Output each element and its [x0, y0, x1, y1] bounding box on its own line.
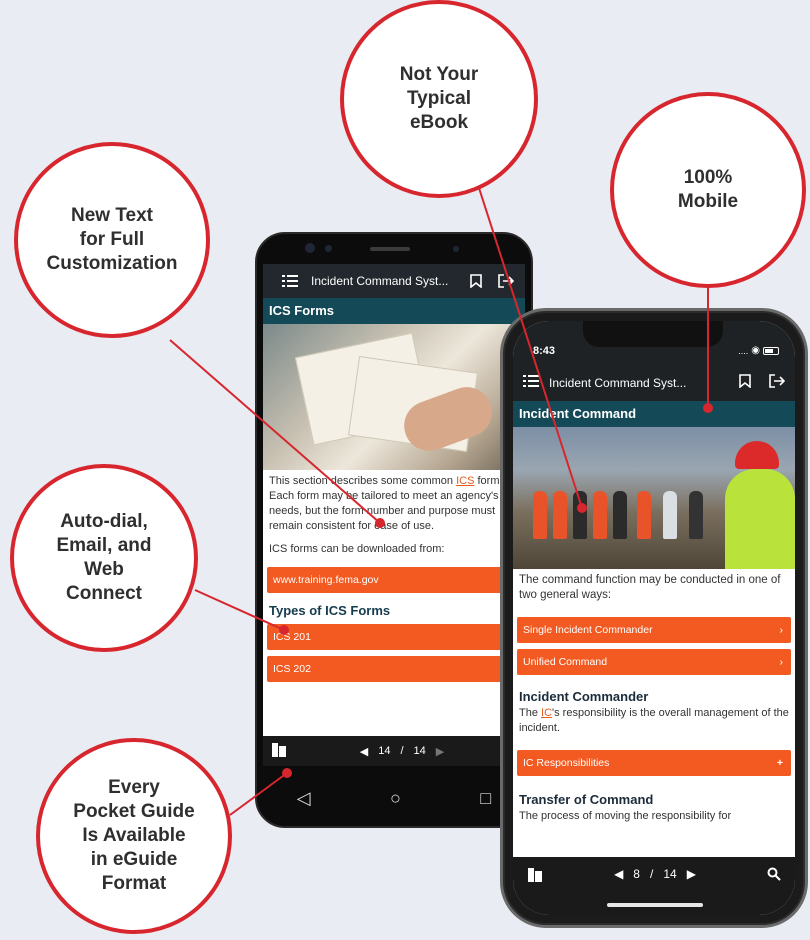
- callout-autodial-label: Auto-dial, Email, and Web Connect: [56, 511, 152, 604]
- callout-ebook-label: Not Your Typical eBook: [399, 64, 479, 133]
- iphone-page-total: 14: [663, 867, 677, 881]
- callout-custom-text: New Text for Full Customization: [14, 142, 210, 338]
- recent-square-icon[interactable]: □: [480, 788, 491, 809]
- iphone-transfer-paragraph: The process of moving the responsibility…: [519, 810, 732, 822]
- iphone-app-title: Incident Command Syst...: [549, 376, 687, 390]
- home-indicator[interactable]: [607, 903, 703, 907]
- callout-ebook: Not Your Typical eBook: [340, 0, 538, 198]
- iphone-status-bar: 8:43 .... ◉: [513, 321, 795, 365]
- search-icon[interactable]: [767, 867, 781, 884]
- back-triangle-icon[interactable]: ◁: [297, 788, 311, 809]
- forms-photo: [263, 324, 525, 470]
- front-camera-icon: [453, 246, 459, 252]
- exit-icon[interactable]: [495, 274, 517, 288]
- android-top-bezel: [257, 234, 531, 264]
- android-download-text: ICS forms can be downloaded from:: [269, 543, 445, 555]
- photo-person: [533, 491, 547, 539]
- iphone-page-sep: /: [649, 867, 654, 881]
- book-icon[interactable]: [271, 742, 287, 761]
- android-footer: ◀ 14 / 14 ▶: [263, 736, 525, 766]
- photo-person: [689, 491, 703, 539]
- iphone-footer: ◀ 8 / 14 ▶: [513, 857, 795, 915]
- photo-person: [553, 491, 567, 539]
- photo-person: [663, 491, 677, 539]
- camera-icon: [305, 243, 315, 253]
- menu-icon[interactable]: [523, 374, 539, 392]
- iphone-screen: 8:43 .... ◉ Incident Command Syst... Inc…: [513, 321, 795, 915]
- signal-icon: ....: [738, 345, 749, 356]
- bookmark-icon[interactable]: [739, 373, 751, 393]
- prev-page-icon[interactable]: ◀: [614, 867, 623, 881]
- ics-202-button[interactable]: ICS 202: [267, 656, 521, 682]
- callout-pocket-guide-label: Every Pocket Guide Is Available in eGuid…: [73, 777, 195, 894]
- wifi-icon: ◉: [751, 345, 760, 356]
- exit-icon[interactable]: [769, 373, 786, 393]
- callout-custom-text-label: New Text for Full Customization: [46, 205, 178, 274]
- chevron-right-icon: ›: [779, 624, 784, 636]
- iphone-app-bar: Incident Command Syst...: [513, 365, 795, 401]
- android-page-sep: /: [400, 745, 404, 757]
- android-intro-paragraph: This section describes some common ICS f…: [269, 475, 509, 532]
- android-page-current: 14: [378, 745, 391, 757]
- battery-icon: [763, 346, 779, 355]
- chevron-right-icon: ›: [779, 656, 784, 668]
- android-phone: Incident Command Syst... ICS Forms This …: [255, 232, 533, 828]
- status-icons: .... ◉: [738, 345, 779, 356]
- android-section-title: ICS Forms: [263, 298, 525, 324]
- iphone-pager: ◀ 8 / 14 ▶: [543, 867, 767, 881]
- ic-link[interactable]: IC: [541, 707, 552, 719]
- next-page-icon[interactable]: ▶: [436, 745, 444, 758]
- book-icon[interactable]: [527, 867, 543, 886]
- bookmark-icon[interactable]: [465, 274, 487, 288]
- next-page-icon[interactable]: ▶: [687, 867, 696, 881]
- android-page-total: 14: [413, 745, 426, 757]
- ics-link[interactable]: ICS: [456, 475, 474, 487]
- single-incident-commander-button[interactable]: Single Incident Commander ›: [517, 617, 791, 643]
- iphone-page-current: 8: [633, 867, 640, 881]
- iphone-subheading-2: Transfer of Command: [519, 792, 654, 807]
- photo-person: [573, 491, 587, 539]
- fema-link-button[interactable]: www.training.fema.gov: [267, 567, 521, 593]
- callout-mobile: 100% Mobile: [610, 92, 806, 288]
- iphone-notch: [583, 321, 723, 347]
- photo-person: [593, 491, 607, 539]
- android-screen: Incident Command Syst... ICS Forms This …: [263, 264, 525, 766]
- iphone-intro-paragraph: The command function may be conducted in…: [519, 574, 781, 601]
- photo-person: [613, 491, 627, 539]
- status-time: 8:43: [533, 345, 556, 357]
- speaker-grille: [370, 247, 410, 251]
- prev-page-icon[interactable]: ◀: [360, 745, 368, 758]
- home-circle-icon[interactable]: ○: [390, 788, 401, 809]
- ic-responsibilities-button[interactable]: IC Responsibilities +: [517, 750, 791, 776]
- iphone: 8:43 .... ◉ Incident Command Syst... Inc…: [500, 308, 808, 928]
- unified-command-button[interactable]: Unified Command ›: [517, 649, 791, 675]
- photo-helmet: [735, 441, 779, 469]
- sensor-icon: [325, 245, 332, 252]
- android-app-bar: Incident Command Syst...: [263, 264, 525, 298]
- android-subheading: Types of ICS Forms: [269, 603, 391, 618]
- incident-command-photo: [513, 427, 795, 569]
- android-pager: ◀ 14 / 14 ▶: [287, 745, 517, 758]
- photo-person: [637, 491, 651, 539]
- menu-icon[interactable]: [279, 275, 301, 287]
- callout-pocket-guide: Every Pocket Guide Is Available in eGuid…: [36, 738, 232, 934]
- iphone-ic-paragraph: The IC's responsibility is the overall m…: [519, 707, 789, 734]
- ics-201-button[interactable]: ICS 201: [267, 624, 521, 650]
- iphone-subheading-1: Incident Commander: [519, 689, 649, 704]
- callout-mobile-label: 100% Mobile: [677, 167, 739, 212]
- android-app-title: Incident Command Syst...: [311, 274, 449, 288]
- android-nav-bar: ◁ ○ □: [257, 766, 531, 826]
- iphone-section-title: Incident Command: [513, 401, 795, 427]
- photo-person-vest: [725, 469, 795, 569]
- plus-icon: +: [776, 757, 783, 769]
- callout-autodial: Auto-dial, Email, and Web Connect: [10, 464, 198, 652]
